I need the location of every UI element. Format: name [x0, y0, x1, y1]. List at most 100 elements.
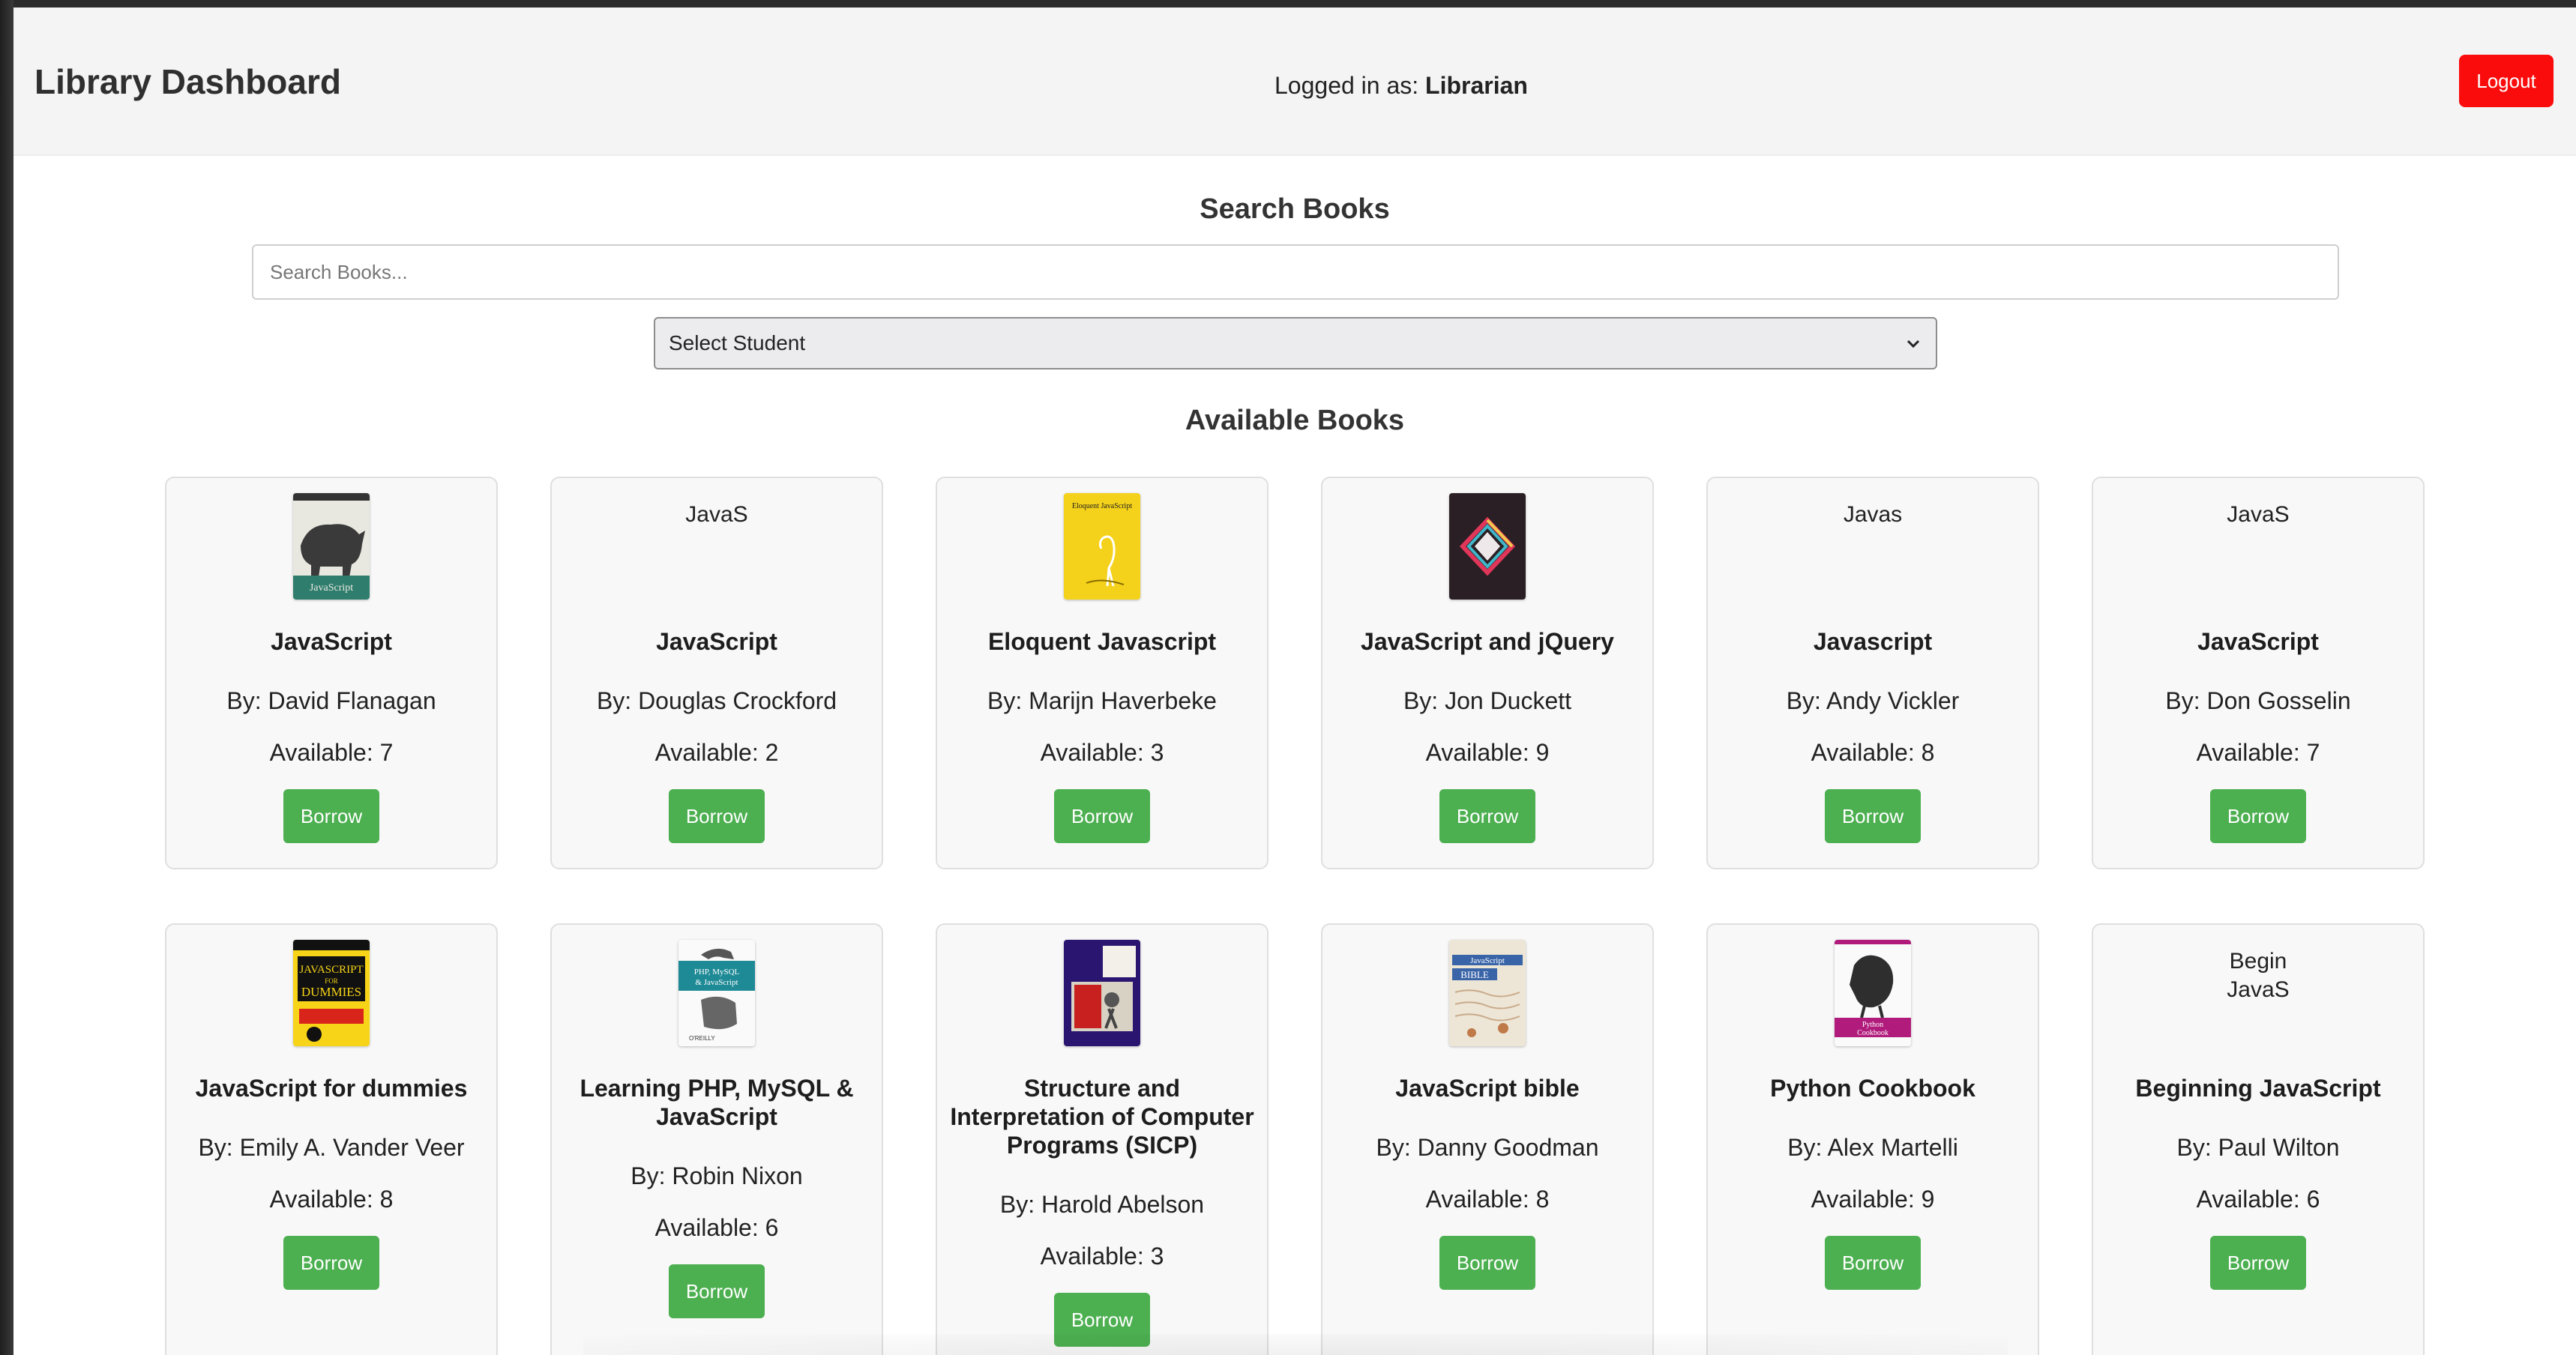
cover-container: Begin JavaS	[2105, 940, 2411, 1048]
cover-container	[949, 940, 1255, 1048]
book-author: By: Marijn Haverbeke	[987, 687, 1217, 714]
dark-diamond-cover-image	[1449, 493, 1526, 600]
borrow-button[interactable]: Borrow	[1439, 789, 1535, 843]
book-availability: Available: 3	[1040, 1243, 1164, 1270]
cover-container: JavaScript	[178, 493, 484, 602]
library-app: Library Dashboard Logged in as: Libraria…	[13, 7, 2576, 1355]
book-availability: Available: 8	[1811, 739, 1935, 766]
cover-container: JavaS	[2105, 493, 2411, 602]
svg-text:Cookbook: Cookbook	[1857, 1029, 1889, 1037]
cover-container: Eloquent JavaScript	[949, 493, 1255, 602]
borrow-button[interactable]: Borrow	[1439, 1236, 1535, 1290]
book-title: JavaScript bible	[1395, 1075, 1580, 1102]
book-card: Javas Javascript By: Andy Vickler Availa…	[1706, 477, 2039, 869]
book-author: By: Jon Duckett	[1403, 687, 1572, 714]
broken-cover-alt-text: Javas	[1843, 502, 1903, 527]
book-title: Javascript	[1813, 628, 1933, 655]
svg-text:BIBLE: BIBLE	[1460, 969, 1489, 980]
page-title: Library Dashboard	[34, 62, 341, 101]
dummies-cover-image: JAVASCRIPT FOR DUMMIES	[293, 940, 370, 1046]
book-author: By: Don Gosselin	[2165, 687, 2351, 714]
borrow-button[interactable]: Borrow	[1825, 1236, 1921, 1290]
oreilly-php-cover-image: PHP, MySQL & JavaScript O'REILLY	[678, 940, 755, 1046]
borrow-button[interactable]: Borrow	[1054, 789, 1150, 843]
python-cookbook-cover-image: Python Cookbook	[1835, 940, 1911, 1046]
svg-text:& JavaScript: & JavaScript	[695, 978, 738, 987]
book-availability: Available: 6	[2196, 1186, 2320, 1213]
svg-text:JavaScript: JavaScript	[310, 582, 353, 594]
cover-container: JavaS	[564, 493, 870, 602]
book-author: By: David Flanagan	[226, 687, 436, 714]
sicp-cover-image	[1064, 940, 1140, 1046]
book-title: JavaScript	[271, 628, 392, 655]
bible-cover-image: JavaScript BIBLE	[1449, 940, 1526, 1046]
cover-container	[1334, 493, 1640, 602]
student-select[interactable]: Select Student	[654, 317, 1937, 369]
book-author: By: Harold Abelson	[999, 1191, 1205, 1218]
logged-in-status: Logged in as: Librarian	[1275, 72, 1528, 100]
logged-in-user: Librarian	[1425, 72, 1528, 99]
book-author: By: Robin Nixon	[631, 1162, 803, 1189]
borrow-button[interactable]: Borrow	[2210, 789, 2306, 843]
cover-container: Python Cookbook	[1720, 940, 2026, 1048]
cover-container: JAVASCRIPT FOR DUMMIES	[178, 940, 484, 1048]
window-edge	[0, 0, 13, 1355]
book-availability: Available: 9	[1425, 739, 1550, 766]
book-availability: Available: 3	[1040, 739, 1164, 766]
borrow-button[interactable]: Borrow	[669, 789, 765, 843]
book-author: By: Paul Wilton	[2176, 1134, 2340, 1161]
book-card: JavaScript and jQuery By: Jon Duckett Av…	[1321, 477, 1654, 869]
broken-cover-alt-text: JavaS	[2227, 502, 2290, 527]
dashboard-header: Library Dashboard Logged in as: Libraria…	[13, 7, 2576, 156]
book-availability: Available: 7	[2196, 739, 2320, 766]
svg-text:PHP, MySQL: PHP, MySQL	[694, 968, 740, 977]
svg-text:DUMMIES: DUMMIES	[301, 985, 361, 999]
book-availability: Available: 9	[1811, 1186, 1935, 1213]
book-title: JavaScript	[2197, 628, 2319, 655]
broken-cover-alt-text: Begin JavaS	[2227, 949, 2290, 1002]
svg-text:FOR: FOR	[325, 977, 338, 985]
book-card: Eloquent JavaScript Eloquent Javascript …	[936, 477, 1269, 869]
book-title: JavaScript	[656, 628, 777, 655]
borrow-button[interactable]: Borrow	[283, 789, 379, 843]
rhino-cover-image: JavaScript	[293, 493, 370, 600]
book-title: Beginning JavaScript	[2135, 1075, 2381, 1102]
search-input[interactable]	[252, 244, 2339, 300]
book-availability: Available: 7	[269, 739, 394, 766]
borrow-button[interactable]: Borrow	[1054, 1293, 1150, 1347]
book-card: PHP, MySQL & JavaScript O'REILLY Learnin…	[550, 923, 883, 1355]
search-books-heading: Search Books	[1200, 193, 1390, 225]
logout-button[interactable]: Logout	[2459, 55, 2554, 107]
book-card: JavaScript BIBLE JavaScript bible By: Da…	[1321, 923, 1654, 1355]
borrow-button[interactable]: Borrow	[283, 1236, 379, 1290]
book-author: By: Alex Martelli	[1787, 1134, 1958, 1161]
book-card: Python Cookbook Python Cookbook By: Alex…	[1706, 923, 2039, 1355]
yellow-bird-cover-image: Eloquent JavaScript	[1064, 493, 1140, 600]
borrow-button[interactable]: Borrow	[2210, 1236, 2306, 1290]
available-books-heading: Available Books	[1185, 405, 1405, 436]
book-card: JavaScript JavaScript By: David Flanagan…	[165, 477, 498, 869]
book-author: By: Danny Goodman	[1376, 1134, 1599, 1161]
book-card: Begin JavaS Beginning JavaScript By: Pau…	[2092, 923, 2425, 1355]
book-title: Learning PHP, MySQL & JavaScript	[580, 1075, 854, 1130]
cover-container: JavaScript BIBLE	[1334, 940, 1640, 1048]
chevron-down-icon	[1907, 339, 1920, 348]
book-availability: Available: 6	[654, 1214, 779, 1241]
book-grid: JavaScript JavaScript By: David Flanagan…	[165, 477, 2482, 1355]
book-title: Eloquent Javascript	[987, 628, 1217, 655]
borrow-button[interactable]: Borrow	[1825, 789, 1921, 843]
borrow-button[interactable]: Borrow	[669, 1264, 765, 1318]
book-author: By: Emily A. Vander Veer	[198, 1134, 465, 1161]
book-card: JavaS JavaScript By: Don Gosselin Availa…	[2092, 477, 2425, 869]
logged-in-label: Logged in as:	[1275, 72, 1426, 99]
book-card: Structure and Interpretation of Computer…	[936, 923, 1269, 1355]
svg-text:Eloquent JavaScript: Eloquent JavaScript	[1072, 502, 1132, 510]
browser-viewport: Library Dashboard Logged in as: Libraria…	[0, 0, 2576, 1355]
book-title: Python Cookbook	[1770, 1075, 1975, 1102]
book-card: JAVASCRIPT FOR DUMMIES JavaScript for du…	[165, 923, 498, 1355]
broken-cover-alt-text: JavaS	[685, 502, 748, 527]
book-title: JavaScript and jQuery	[1361, 628, 1614, 655]
book-availability: Available: 8	[1425, 1186, 1550, 1213]
cover-container: PHP, MySQL & JavaScript O'REILLY	[564, 940, 870, 1048]
svg-text:O'REILLY: O'REILLY	[689, 1035, 715, 1042]
